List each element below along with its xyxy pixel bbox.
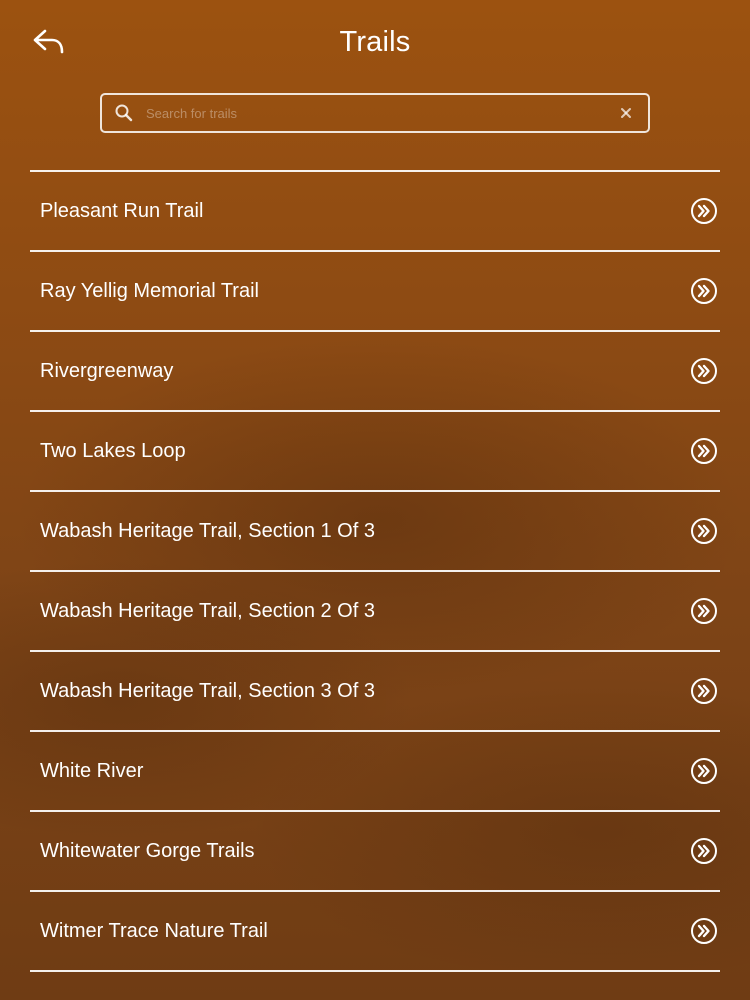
double-chevron-right-circle-icon: [691, 518, 717, 544]
page-title: Trails: [339, 26, 411, 58]
search-input[interactable]: [136, 98, 616, 128]
trail-name: White River: [40, 760, 144, 782]
double-chevron-right-circle-icon: [691, 358, 717, 384]
search-bar: [100, 93, 650, 133]
double-chevron-right-circle-icon: [691, 758, 717, 784]
trail-name: Witmer Trace Nature Trail: [40, 920, 268, 942]
double-chevron-right-circle-icon: [691, 678, 717, 704]
trail-name: Rivergreenway: [40, 360, 174, 382]
list-item[interactable]: Wabash Heritage Trail, Section 1 Of 3: [30, 492, 720, 572]
double-chevron-right-circle-icon: [691, 838, 717, 864]
trail-name: Pleasant Run Trail: [40, 200, 204, 222]
double-chevron-right-circle-icon: [691, 598, 717, 624]
trail-name: Wabash Heritage Trail, Section 2 Of 3: [40, 600, 375, 622]
list-item[interactable]: Two Lakes Loop: [30, 412, 720, 492]
top-bar: Trails: [0, 0, 750, 86]
list-item[interactable]: Witmer Trace Nature Trail: [30, 892, 720, 972]
search-icon: [112, 101, 136, 125]
trail-name: Wabash Heritage Trail, Section 1 Of 3: [40, 520, 375, 542]
trail-name: Ray Yellig Memorial Trail: [40, 280, 259, 302]
trail-list: Pleasant Run Trail Ray Yellig Memorial T…: [30, 170, 720, 972]
clear-icon[interactable]: [616, 103, 636, 123]
double-chevron-right-circle-icon: [691, 278, 717, 304]
list-item[interactable]: Wabash Heritage Trail, Section 3 Of 3: [30, 652, 720, 732]
double-chevron-right-circle-icon: [691, 918, 717, 944]
list-item[interactable]: Pleasant Run Trail: [30, 172, 720, 252]
list-item[interactable]: White River: [30, 732, 720, 812]
trails-screen: Trails Pleasant Run Trail Ray Yellig Mem…: [0, 0, 750, 1000]
list-item[interactable]: Ray Yellig Memorial Trail: [30, 252, 720, 332]
double-chevron-right-circle-icon: [691, 438, 717, 464]
trail-name: Wabash Heritage Trail, Section 3 Of 3: [40, 680, 375, 702]
trail-name: Whitewater Gorge Trails: [40, 840, 255, 862]
list-item[interactable]: Wabash Heritage Trail, Section 2 Of 3: [30, 572, 720, 652]
double-chevron-right-circle-icon: [691, 198, 717, 224]
list-item[interactable]: Rivergreenway: [30, 332, 720, 412]
list-item[interactable]: Whitewater Gorge Trails: [30, 812, 720, 892]
trail-name: Two Lakes Loop: [40, 440, 186, 462]
